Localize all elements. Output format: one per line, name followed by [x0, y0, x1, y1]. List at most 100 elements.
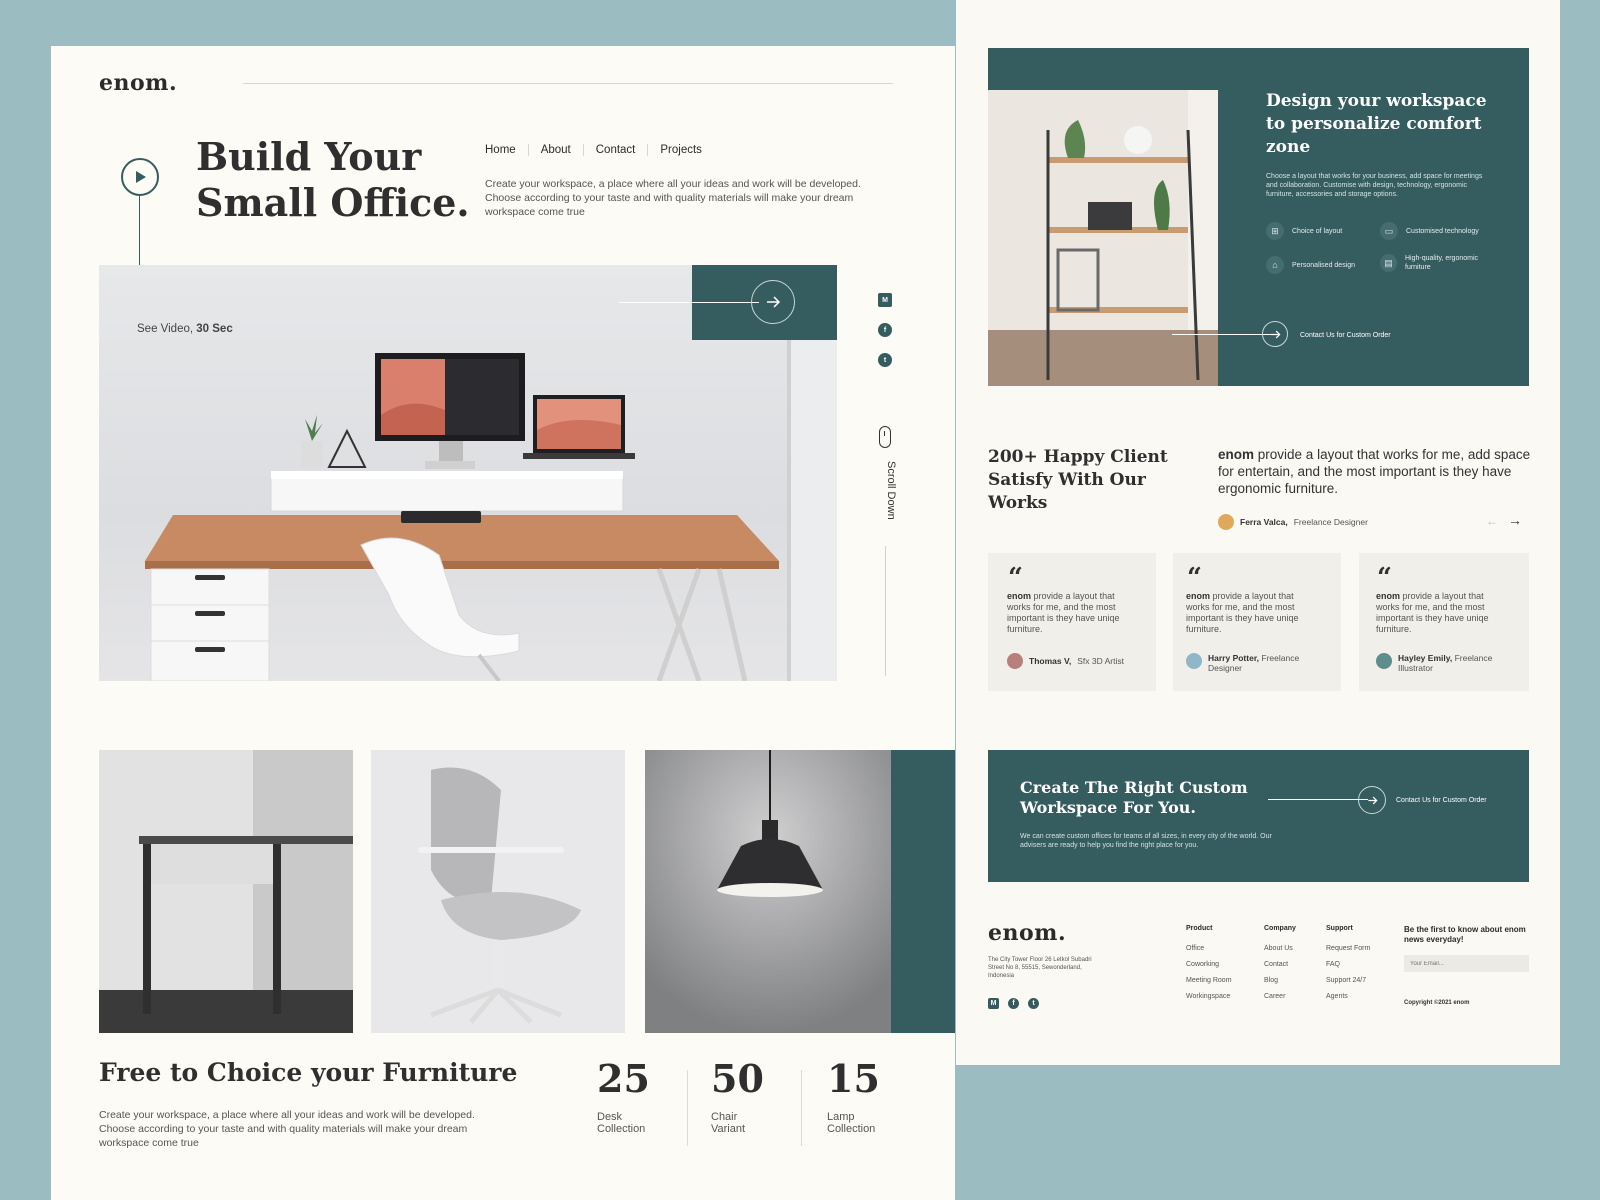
twitter-icon[interactable]: t: [878, 353, 892, 367]
card-author-name: Hayley Emily,: [1398, 653, 1453, 663]
nav-contact[interactable]: Contact: [582, 144, 648, 156]
testimonial-card: “ enom provide a layout that works for m…: [1359, 553, 1529, 691]
quote-icon: “: [1377, 563, 1392, 593]
stat-desk: 25 Desk Collection: [597, 1056, 717, 1135]
card-brand: enom: [1376, 591, 1401, 601]
medium-icon[interactable]: M: [878, 293, 892, 307]
facebook-icon[interactable]: f: [1008, 998, 1019, 1009]
stat-divider: [687, 1070, 688, 1146]
scroll-down-label[interactable]: Scroll Down: [873, 461, 897, 531]
card-author-role: Sfx 3D Artist: [1077, 656, 1124, 666]
furniture-title: Free to Choice your Furniture: [99, 1058, 518, 1087]
footer-link[interactable]: FAQ: [1326, 961, 1370, 968]
design-cta-button[interactable]: [1262, 321, 1288, 347]
footer-col-title: Product: [1186, 925, 1213, 932]
stat-label-line1: Chair: [711, 1111, 738, 1123]
arrow-right-icon: [1367, 796, 1378, 804]
footer-logo[interactable]: enom.: [988, 920, 1066, 946]
desk-product-image[interactable]: [99, 750, 353, 1033]
logo[interactable]: enom.: [99, 70, 177, 96]
medium-icon[interactable]: M: [988, 998, 999, 1009]
monitor-icon: ▭: [1380, 222, 1398, 240]
card-brand: enom: [1007, 591, 1032, 601]
stat-chair: 50 Chair Variant: [711, 1056, 811, 1135]
footer-col-support: Support Request Form FAQ Support 24/7 Ag…: [1326, 925, 1370, 1000]
workspace-image: [988, 90, 1218, 386]
footer-link[interactable]: Career: [1264, 993, 1296, 1000]
custom-cta-label[interactable]: Contact Us for Custom Order: [1396, 796, 1487, 805]
prev-arrow-icon[interactable]: ←: [1486, 514, 1498, 528]
design-title: Design your workspace to personalize com…: [1266, 91, 1487, 157]
avatar: [1376, 653, 1392, 669]
footer-col-company: Company About Us Contact Blog Career: [1264, 925, 1296, 1000]
chair-product-image[interactable]: [371, 750, 625, 1033]
copyright: Copyright ©2021 enom: [1404, 1000, 1470, 1006]
nav-about[interactable]: About: [527, 144, 583, 156]
author-role: Freelance Designer: [1293, 517, 1368, 527]
nav-projects[interactable]: Projects: [647, 144, 714, 156]
card-author-name: Thomas V,: [1029, 656, 1072, 666]
lamp-product-illustration: [645, 750, 895, 1033]
testimonial-card: “ enom provide a layout that works for m…: [988, 553, 1156, 691]
stat-value: 25: [597, 1056, 650, 1101]
footer-link[interactable]: Coworking: [1186, 961, 1232, 968]
video-duration: 30 Sec: [196, 323, 233, 335]
card-author-name: Harry Potter,: [1208, 653, 1260, 663]
footer-col-title: Company: [1264, 925, 1296, 932]
feature-design: ⌂ Personalised design: [1266, 256, 1355, 274]
hero-title-line1: Build Your: [196, 134, 422, 179]
card-brand: enom: [1186, 591, 1211, 601]
testimonial-brand: enom: [1218, 447, 1255, 462]
arrow-right-icon: [1270, 330, 1281, 338]
footer-link[interactable]: Support 24/7: [1326, 977, 1370, 984]
scroll-line: [885, 546, 886, 676]
footer-link[interactable]: Agents: [1326, 993, 1370, 1000]
footer-link[interactable]: Office: [1186, 945, 1232, 952]
mouse-icon: [879, 426, 891, 448]
author-name: Ferra Valca,: [1240, 517, 1288, 527]
newsletter-email-input[interactable]: [1404, 955, 1529, 972]
see-video-label[interactable]: See Video, 30 Sec: [137, 323, 233, 335]
layout-icon: ⊞: [1266, 222, 1284, 240]
footer-link[interactable]: Workingspace: [1186, 993, 1232, 1000]
social-links: M f t: [878, 293, 892, 367]
custom-title: Create The Right Custom Workspace For Yo…: [1020, 778, 1248, 817]
newsletter-title: Be the first to know about enom news eve…: [1404, 925, 1526, 944]
design-description: Choose a layout that works for your busi…: [1266, 173, 1483, 198]
workspace-illustration: [988, 90, 1218, 386]
lamp-product-image[interactable]: [645, 750, 895, 1033]
feature-furniture: ▤ High-quality, ergonomic furniture: [1380, 254, 1500, 272]
testimonial-quote: enom provide a layout that works for me,…: [1218, 446, 1533, 497]
avatar: [1218, 514, 1234, 530]
custom-cta-line: [1268, 799, 1368, 800]
footer-link[interactable]: About Us: [1264, 945, 1296, 952]
desk-product-illustration: [99, 750, 353, 1033]
landing-page-right: Design your workspace to personalize com…: [956, 0, 1560, 1065]
feature-technology: ▭ Customised technology: [1380, 222, 1479, 240]
facebook-icon[interactable]: f: [878, 323, 892, 337]
next-arrow-icon[interactable]: →: [1508, 512, 1522, 528]
footer-link[interactable]: Meeting Room: [1186, 977, 1232, 984]
stat-label-line1: Desk: [597, 1111, 623, 1123]
stat-label-line2: Variant: [711, 1123, 746, 1135]
play-icon: [136, 171, 146, 183]
feature-label: Personalised design: [1292, 261, 1356, 269]
custom-cta-button[interactable]: [1358, 786, 1386, 814]
nav-home[interactable]: Home: [485, 144, 528, 156]
main-nav: Home About Contact Projects: [485, 144, 714, 156]
testimonial-text: provide a layout that works for me, add …: [1218, 447, 1531, 496]
footer-link[interactable]: Contact: [1264, 961, 1296, 968]
product-teal-accent: [891, 750, 955, 1033]
quote-icon: “: [1187, 563, 1202, 593]
footer-link[interactable]: Blog: [1264, 977, 1296, 984]
footer-link[interactable]: Request Form: [1326, 945, 1370, 952]
design-cta-label[interactable]: Contact Us for Custom Order: [1300, 331, 1391, 340]
arrow-right-icon: [767, 296, 781, 308]
chair-icon: ⌂: [1266, 256, 1284, 274]
landing-page-left: enom. Build Your Small Office. Home Abou…: [51, 46, 955, 1200]
twitter-icon[interactable]: t: [1028, 998, 1039, 1009]
card-quote: enom provide a layout that works for me,…: [1376, 591, 1500, 635]
footer-address: The City Tower Floor 26 Letkol Subadri S…: [988, 957, 1092, 979]
hero-arrow-button[interactable]: [751, 280, 795, 324]
play-video-button[interactable]: [121, 158, 159, 196]
